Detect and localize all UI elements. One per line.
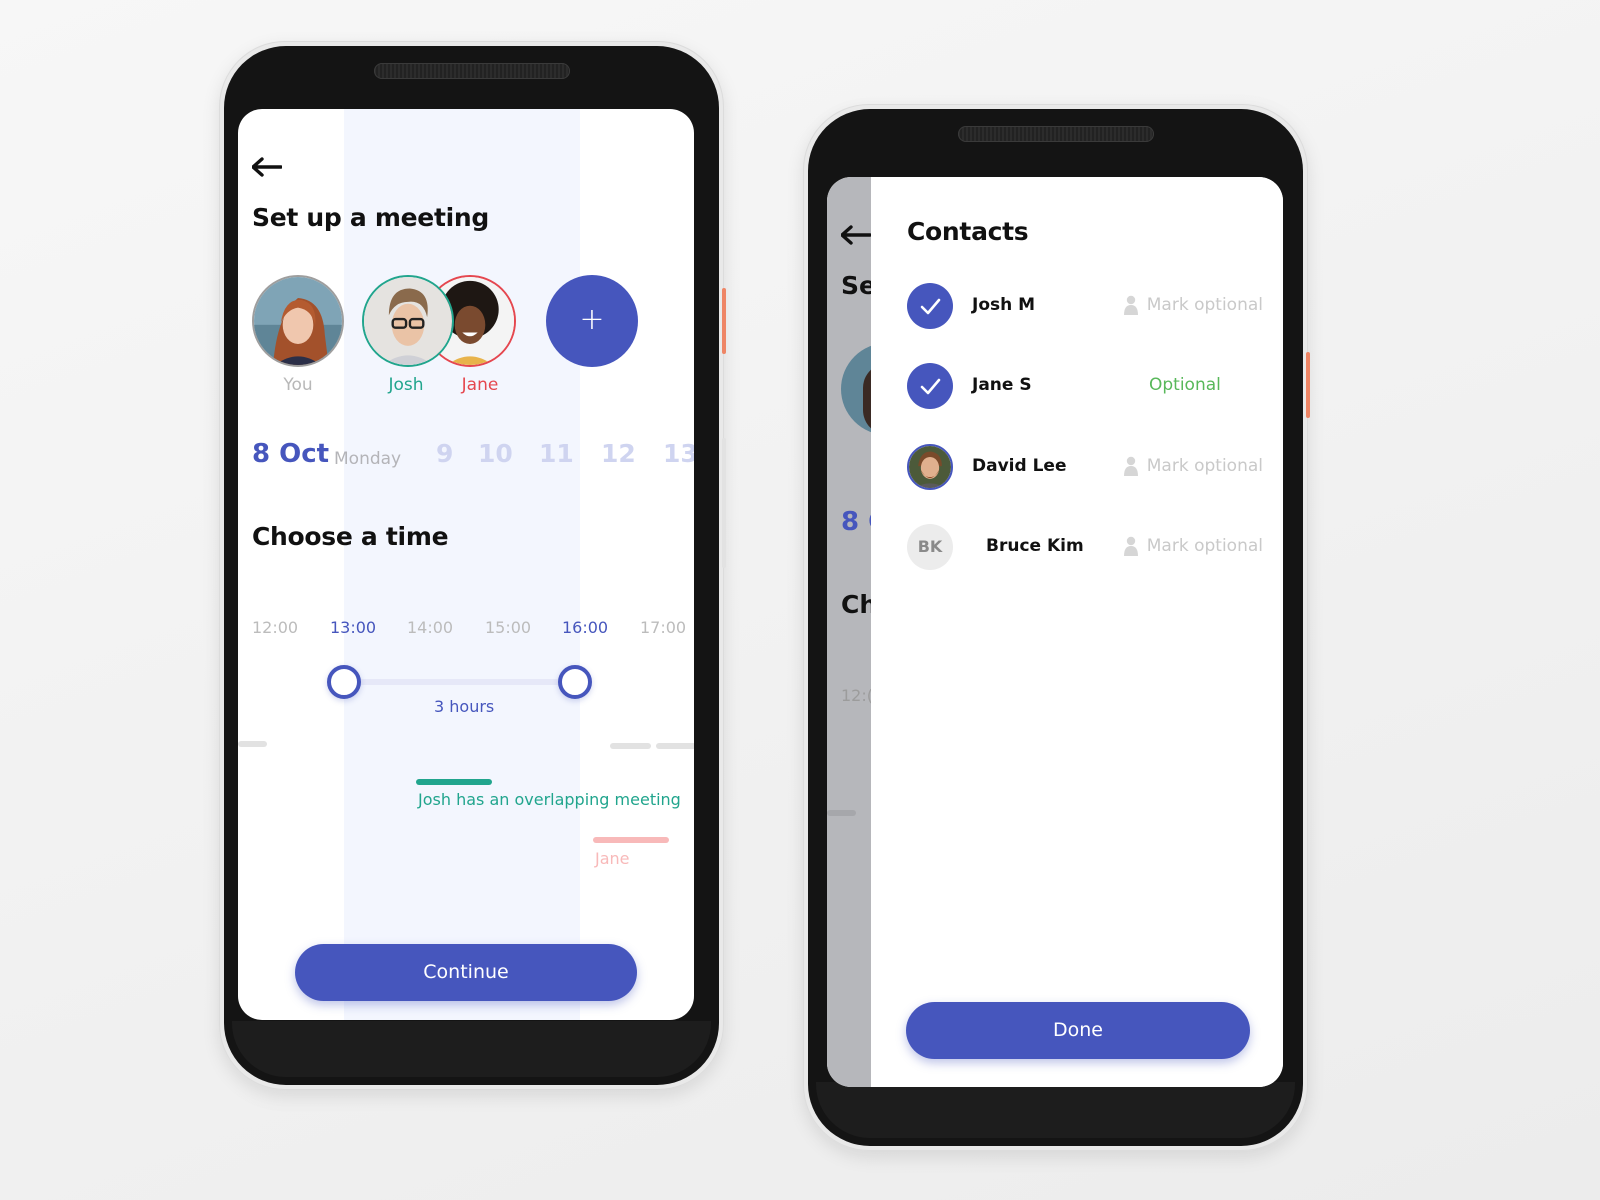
- mark-optional-button[interactable]: Mark optional: [1123, 456, 1263, 476]
- time-label-15[interactable]: 15:00: [485, 618, 531, 637]
- avatar-initials[interactable]: BK: [907, 524, 953, 570]
- participant-label-jane: Jane: [461, 375, 499, 395]
- avatar-david[interactable]: [907, 444, 953, 490]
- selected-weekday: Monday: [334, 449, 402, 469]
- person-icon: [1123, 295, 1138, 315]
- contact-name: Bruce Kim: [986, 536, 1084, 556]
- jane-conflict-bar: [593, 837, 669, 843]
- josh-conflict-text: Josh has an overlapping meeting: [418, 790, 681, 809]
- time-label-14[interactable]: 14:00: [407, 618, 453, 637]
- avatar-josh[interactable]: [362, 275, 454, 367]
- jane-conflict-text: Jane: [595, 849, 630, 868]
- power-button: [722, 288, 726, 354]
- josh-conflict-bar: [416, 779, 492, 785]
- add-participant-button[interactable]: +: [546, 275, 638, 367]
- mark-optional-label: Mark optional: [1146, 456, 1263, 476]
- contact-name: Josh M: [972, 295, 1036, 315]
- date-option-11[interactable]: 11: [539, 439, 574, 468]
- ghost-avatar: [841, 343, 871, 435]
- busy-indicator: [656, 743, 694, 749]
- contact-name: David Lee: [972, 456, 1067, 476]
- busy-indicator: [238, 741, 267, 747]
- checkmark-icon: [920, 298, 941, 315]
- time-label-17[interactable]: 17:00: [640, 618, 686, 637]
- contacts-title: Contacts: [907, 217, 1029, 246]
- person-icon: [1123, 456, 1138, 476]
- section-title-choose-time: Choose a time: [252, 522, 449, 551]
- contact-row-david[interactable]: David Lee Mark optional: [907, 444, 1263, 490]
- power-button: [1306, 352, 1310, 418]
- contact-row-josh[interactable]: Josh M Mark optional: [907, 283, 1263, 329]
- avatar-david-photo: [909, 446, 951, 488]
- person-icon: [1123, 536, 1138, 556]
- back-arrow-icon[interactable]: [252, 157, 282, 177]
- avatar-josh-photo: [364, 277, 452, 365]
- contact-row-bruce[interactable]: BK Bruce Kim Mark optional: [907, 524, 1263, 570]
- avatar-you-photo: [254, 277, 342, 365]
- time-label-12[interactable]: 12:00: [252, 618, 298, 637]
- back-arrow-icon: [841, 225, 871, 245]
- time-label-13[interactable]: 13:00: [330, 618, 376, 637]
- contacts-sheet: Contacts Josh M Mark optional Jane S Opt…: [871, 177, 1283, 1087]
- ghost-busy-bar: [827, 810, 856, 816]
- optional-status[interactable]: Optional: [1149, 375, 1221, 395]
- busy-indicator: [610, 743, 651, 749]
- speaker-grille: [957, 126, 1154, 142]
- selected-time-range-highlight: [344, 109, 580, 1020]
- participant-label-you: You: [283, 375, 313, 395]
- contact-row-jane[interactable]: Jane S Optional: [907, 363, 1263, 409]
- duration-label: 3 hours: [434, 697, 495, 716]
- date-option-13[interactable]: 13: [663, 439, 694, 468]
- meeting-screen: Set up a meeting You Josh Jane + 8 Oct M…: [238, 109, 694, 1020]
- selected-checkbox[interactable]: [907, 283, 953, 329]
- continue-button[interactable]: Continue: [295, 944, 637, 1001]
- checkmark-icon: [920, 378, 941, 395]
- time-range-track[interactable]: [344, 679, 576, 685]
- phone-meeting-setup: Set up a meeting You Josh Jane + 8 Oct M…: [219, 41, 726, 1090]
- selected-date[interactable]: 8 Oct: [252, 439, 329, 469]
- range-start-handle[interactable]: [327, 665, 361, 699]
- page-title: Set up a meeting: [252, 203, 489, 232]
- mark-optional-label: Mark optional: [1146, 536, 1263, 556]
- range-end-handle[interactable]: [558, 665, 592, 699]
- ghost-time: 12:(: [841, 686, 871, 705]
- phone-contacts: Se 8 C Ch 12:( Contacts Josh M: [803, 104, 1310, 1151]
- date-option-10[interactable]: 10: [478, 439, 513, 468]
- avatar-you[interactable]: [252, 275, 344, 367]
- ghost-section-title: Ch: [841, 590, 871, 619]
- contact-name: Jane S: [972, 375, 1032, 395]
- time-label-16[interactable]: 16:00: [562, 618, 608, 637]
- selected-checkbox[interactable]: [907, 363, 953, 409]
- done-button[interactable]: Done: [906, 1002, 1250, 1059]
- speaker-grille: [373, 63, 570, 79]
- background-screen-overlay[interactable]: Se 8 C Ch 12:(: [827, 177, 871, 1087]
- mark-optional-button[interactable]: Mark optional: [1123, 536, 1263, 556]
- mark-optional-label: Mark optional: [1146, 295, 1263, 315]
- date-option-12[interactable]: 12: [601, 439, 636, 468]
- ghost-title: Se: [841, 271, 871, 300]
- date-option-9[interactable]: 9: [436, 439, 453, 468]
- mark-optional-button[interactable]: Mark optional: [1123, 295, 1263, 315]
- ghost-date: 8 C: [841, 507, 871, 537]
- volume-button: [722, 438, 726, 568]
- contacts-screen: Se 8 C Ch 12:( Contacts Josh M: [827, 177, 1283, 1087]
